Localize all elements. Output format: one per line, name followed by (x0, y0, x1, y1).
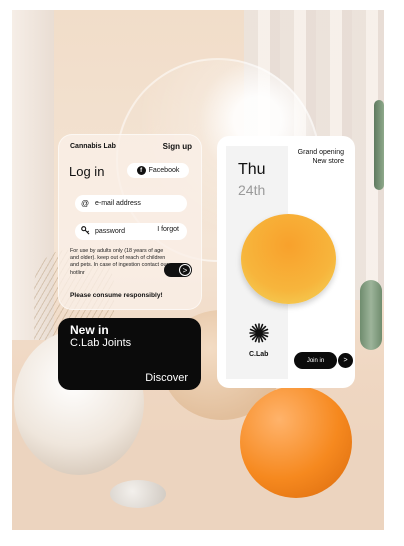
join-in-button[interactable]: Join in (294, 352, 337, 369)
stone (110, 480, 166, 508)
orange-sun-graphic (241, 214, 336, 304)
login-submit-toggle[interactable]: > (164, 263, 192, 277)
new-in-subtitle: C.Lab Joints (70, 337, 132, 349)
brand-name: Cannabis Lab (70, 143, 116, 150)
key-icon (75, 226, 95, 237)
discover-button[interactable]: Discover (145, 372, 188, 384)
login-card: Cannabis Lab Sign up Log in f Facebook @… (58, 134, 202, 310)
event-brand: C.Lab (249, 351, 269, 358)
join-arrow-button[interactable]: > (337, 352, 354, 369)
event-line-2: New store (312, 158, 344, 166)
orange-sphere (240, 386, 352, 498)
new-in-title: New in (70, 323, 109, 337)
signup-link[interactable]: Sign up (163, 142, 192, 151)
age-disclaimer: For use by adults only (18 years of age … (70, 248, 169, 276)
event-description: Grand opening New store (264, 148, 344, 167)
event-day: Thu (238, 161, 266, 178)
facebook-button[interactable]: f Facebook (127, 163, 189, 178)
password-field[interactable]: password I forgot (75, 223, 187, 240)
at-icon: @ (80, 199, 90, 208)
login-title: Log in (69, 164, 105, 179)
consume-notice: Please consume responsibly! (70, 292, 163, 299)
starburst-icon (249, 323, 269, 349)
event-card: Thu 24th Grand opening New store C.Lab J… (217, 136, 355, 388)
background-cactus (374, 100, 384, 190)
event-line-1: Grand opening (297, 149, 344, 156)
email-label: e-mail address (95, 200, 141, 207)
new-in-card[interactable]: New in C.Lab Joints Discover (58, 318, 201, 390)
foreground-cactus (360, 280, 382, 350)
facebook-label: Facebook (148, 167, 180, 174)
email-field[interactable]: @ e-mail address (75, 195, 187, 212)
arrow-right-icon: > (179, 264, 191, 276)
event-date: 24th (238, 182, 266, 198)
password-label: password (95, 228, 125, 235)
forgot-password-link[interactable]: I forgot (157, 226, 179, 233)
facebook-icon: f (136, 166, 146, 175)
